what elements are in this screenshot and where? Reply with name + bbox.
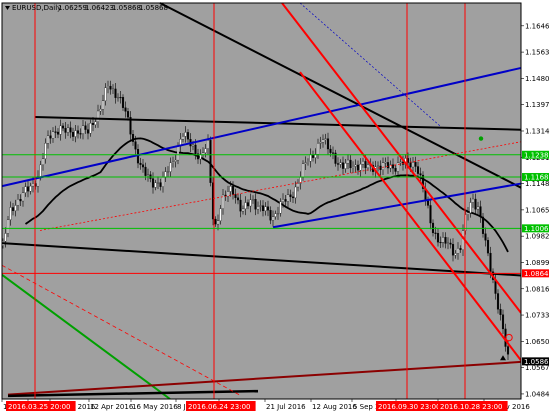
x-highlight-label: 2016.03.25 20:00 [8, 403, 70, 411]
chart-title: EURUSD,Daily [12, 4, 61, 12]
x-highlight-label: 2016.09.30 23:00 [378, 403, 440, 411]
ohlc-value: 1.06259 [58, 4, 87, 12]
ohlc-value: 1.05868 [139, 4, 168, 12]
y-tick-label: 1.09820 [525, 233, 550, 241]
y-tick-label: 1.16460 [525, 22, 550, 30]
ohlc-value: 1.05868 [112, 4, 141, 12]
candle [209, 136, 212, 187]
x-tick-label: 12 Apr 2016 [90, 403, 134, 411]
ohlc-value: 1.06423 [85, 4, 114, 12]
price-label: 1.08647 [524, 270, 550, 278]
green-signal-marker [478, 136, 484, 141]
y-tick-label: 1.15630 [525, 49, 550, 57]
y-tick-label: 1.07330 [525, 312, 550, 320]
x-tick-label: 16 May 2016 [132, 403, 178, 411]
x-highlight-label: 2016.10.28 23:00 [440, 403, 502, 411]
y-tick-label: 1.13140 [525, 127, 550, 135]
y-tick-label: 1.08160 [525, 285, 550, 293]
chart-root: 1.16460 1.15630 1.14800 1.13970 1.13140 1.123… [0, 0, 550, 413]
y-tick-label: 1.10650 [525, 206, 550, 214]
x-tick-label: 12 Aug 2016 [312, 403, 357, 411]
y-tick-label: 1.14800 [525, 75, 550, 83]
plot-background [2, 3, 521, 399]
x-tick-label: 21 Jul 2016 [266, 403, 306, 411]
price-label: 1.12389 [524, 151, 550, 159]
y-tick-label: 1.13970 [525, 101, 550, 109]
y-tick-label: 1.04840 [525, 390, 550, 398]
x-highlight-label: 2016.06.24 23:00 [188, 403, 250, 411]
price-label: 1.11687 [524, 174, 550, 182]
y-tick-label: 1.08990 [525, 259, 550, 267]
price-chart: 1.16460 1.15630 1.14800 1.13970 1.13140 1.123… [0, 2, 550, 413]
price-label: 1.10067 [524, 225, 550, 233]
price-label: 1.05868 [524, 358, 550, 366]
y-tick-label: 1.06500 [525, 338, 550, 346]
